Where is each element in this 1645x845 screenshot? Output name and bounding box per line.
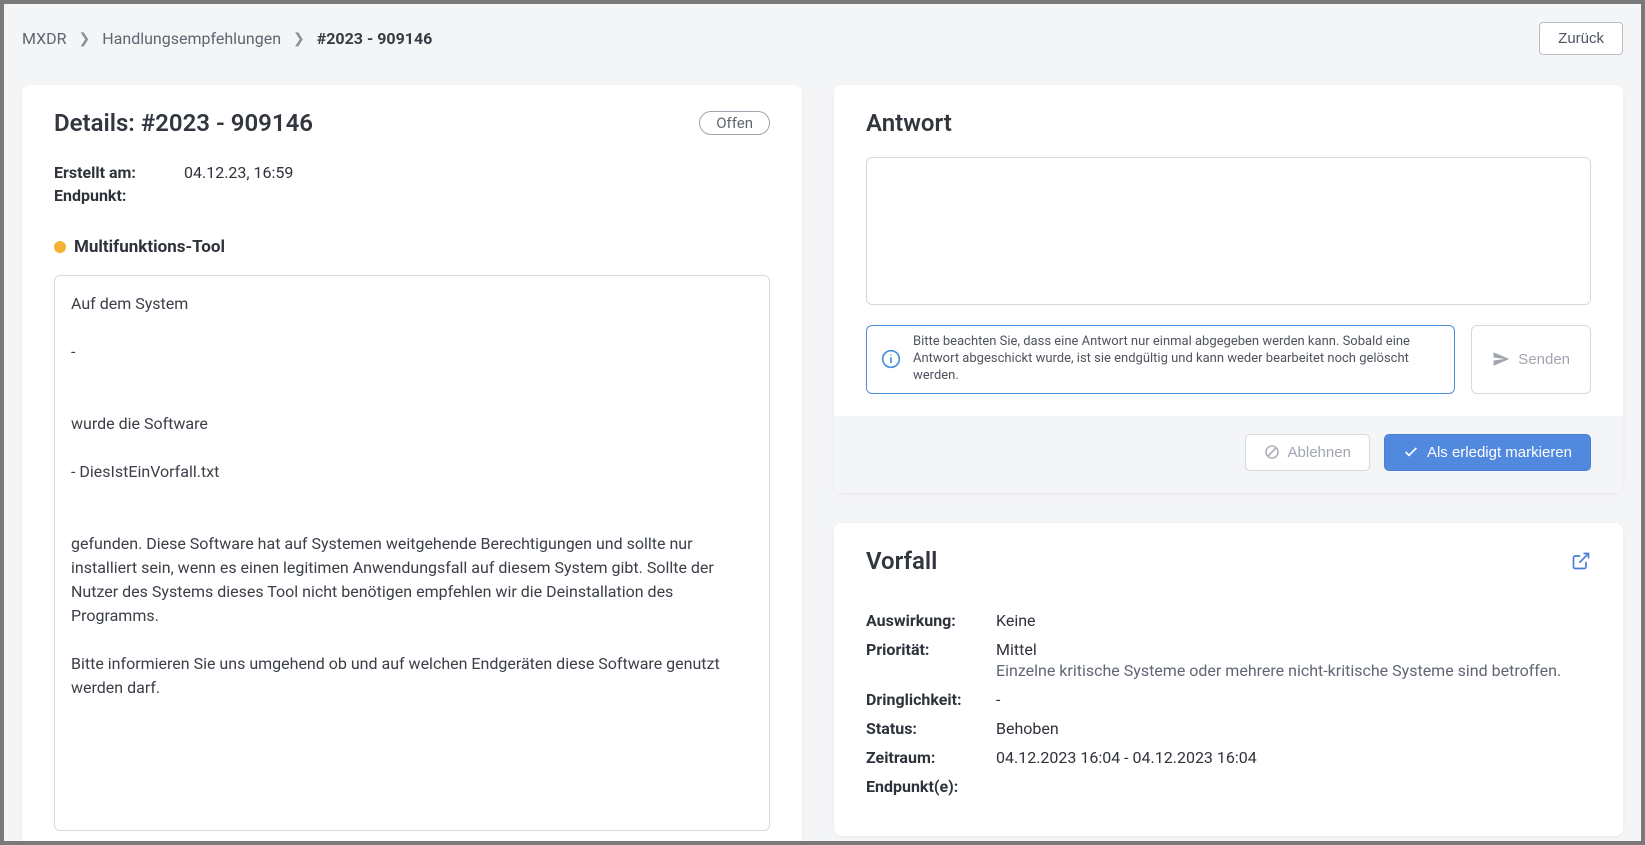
breadcrumb: MXDR ❯ Handlungsempfehlungen ❯ #2023 - 9… [22,29,432,48]
endpoint-label: Endpunkt: [54,186,184,205]
status-label: Status: [866,719,996,738]
chevron-right-icon: ❯ [79,31,91,47]
reject-button[interactable]: Ablehnen [1245,434,1370,471]
details-title: Details: #2023 - 909146 [54,109,313,137]
urgency-label: Dringlichkeit: [866,690,996,709]
endpoints-label: Endpunkt(e): [866,777,996,796]
created-label: Erstellt am: [54,163,184,182]
period-value: 04.12.2023 16:04 - 04.12.2023 16:04 [996,748,1257,767]
mark-done-label: Als erledigt markieren [1427,444,1572,461]
check-icon [1403,444,1419,460]
tool-tag: Multifunktions-Tool [74,237,225,257]
send-button[interactable]: Senden [1471,325,1591,394]
created-value: 04.12.23, 16:59 [184,163,293,182]
reply-info-text: Bitte beachten Sie, dass eine Antwort nu… [913,334,1440,385]
urgency-value: - [996,690,1000,709]
priority-label: Priorität: [866,640,996,680]
priority-value: Mittel [996,640,1037,659]
reply-textarea[interactable] [866,157,1591,305]
send-label: Senden [1518,351,1570,368]
status-value: Behoben [996,719,1059,738]
incident-card: Vorfall Auswirkung: Keine [834,523,1623,836]
description-body: Auf dem System - wurde die Software - Di… [54,275,770,831]
breadcrumb-root[interactable]: MXDR [22,29,67,48]
details-card: Details: #2023 - 909146 Offen Erstellt a… [22,85,802,841]
open-external-icon[interactable] [1571,551,1591,571]
breadcrumb-section[interactable]: Handlungsempfehlungen [102,29,281,48]
reject-label: Ablehnen [1288,444,1351,461]
reply-card: Antwort Bitt [834,85,1623,493]
impact-value: Keine [996,611,1036,630]
cancel-icon [1264,444,1280,460]
info-icon [881,349,901,369]
chevron-right-icon: ❯ [293,31,305,47]
severity-dot-icon [54,241,66,253]
period-label: Zeitraum: [866,748,996,767]
reply-title: Antwort [866,109,952,137]
status-badge: Offen [699,111,770,135]
reply-info-box: Bitte beachten Sie, dass eine Antwort nu… [866,325,1455,394]
incident-title: Vorfall [866,547,937,575]
breadcrumb-current: #2023 - 909146 [317,29,433,48]
send-icon [1492,350,1510,368]
impact-label: Auswirkung: [866,611,996,630]
mark-done-button[interactable]: Als erledigt markieren [1384,434,1591,471]
priority-sub: Einzelne kritische Systeme oder mehrere … [996,661,1561,680]
back-button[interactable]: Zurück [1539,22,1623,55]
